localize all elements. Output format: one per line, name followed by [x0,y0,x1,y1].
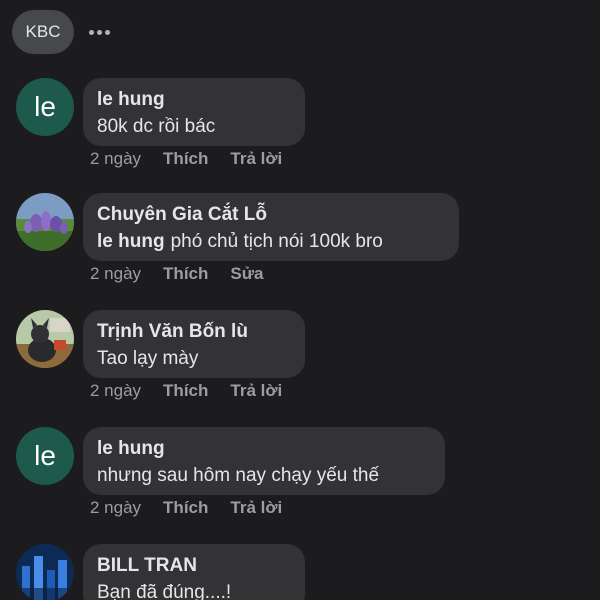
comment-author[interactable]: Trịnh Văn Bốn lù [97,319,291,345]
like-button[interactable]: Thích [163,264,208,284]
comment-bubble[interactable]: le hung nhưng sau hôm nay chạy yếu thế [83,427,445,495]
comment-bubble[interactable]: Chuyên Gia Cắt Lỗ le hung phó chủ tịch nó… [83,193,459,261]
avatar[interactable] [16,193,74,251]
comment-bubble[interactable]: Trịnh Văn Bốn lù Tao lạy mày [83,310,305,378]
comment-meta: 2 ngày Thích Trả lời [90,498,282,518]
edit-button[interactable]: Sửa [230,264,263,284]
comment-meta: 2 ngày Thích Trả lời [90,381,282,401]
comment-text: Bạn đã đúng....! [97,582,232,600]
comment-bubble[interactable]: BILL TRAN Bạn đã đúng....! [83,544,305,600]
comment-author[interactable]: Chuyên Gia Cắt Lỗ [97,202,445,228]
comment-text-line: le hung phó chủ tịch nói 100k bro [97,228,445,256]
like-button[interactable]: Thích [163,381,208,401]
lavender-field-photo-icon [16,193,74,251]
kbc-chip-label: KBC [25,22,61,41]
comment-bubble[interactable]: le hung 80k dc rồi bác [83,78,305,146]
more-horizontal-icon[interactable] [84,18,114,46]
comment-time[interactable]: 2 ngày [90,149,141,169]
comment-meta: 2 ngày Thích Trả lời [90,149,282,169]
comment-text: nhưng sau hôm nay chạy yếu thế [97,465,380,486]
avatar[interactable]: le [16,78,74,136]
reply-button[interactable]: Trả lời [230,149,282,169]
comment-author[interactable]: le hung [97,436,431,462]
reply-button[interactable]: Trả lời [230,498,282,518]
like-button[interactable]: Thích [163,498,208,518]
kbc-chip[interactable]: KBC [12,10,74,54]
dog-photo-icon [16,310,74,368]
comment-time[interactable]: 2 ngày [90,498,141,518]
comment-author[interactable]: BILL TRAN [97,553,291,579]
blue-city-photo-icon [16,544,74,600]
mention-link[interactable]: le hung [97,231,165,252]
avatar[interactable] [16,310,74,368]
reply-button[interactable]: Trả lời [230,381,282,401]
comment-text: Tao lạy mày [97,348,199,369]
comment-meta: 2 ngày Thích Sửa [90,264,264,284]
comment-text: phó chủ tịch nói 100k bro [170,231,383,252]
comment-time[interactable]: 2 ngày [90,381,141,401]
like-button[interactable]: Thích [163,149,208,169]
comment-text: 80k dc rồi bác [97,116,216,137]
comment-author[interactable]: le hung [97,87,291,113]
comment-time[interactable]: 2 ngày [90,264,141,284]
avatar[interactable]: le [16,427,74,485]
avatar[interactable] [16,544,74,600]
comments-screen: KBC le le hung 80k dc rồi bác 2 ngày Thí… [0,0,600,600]
